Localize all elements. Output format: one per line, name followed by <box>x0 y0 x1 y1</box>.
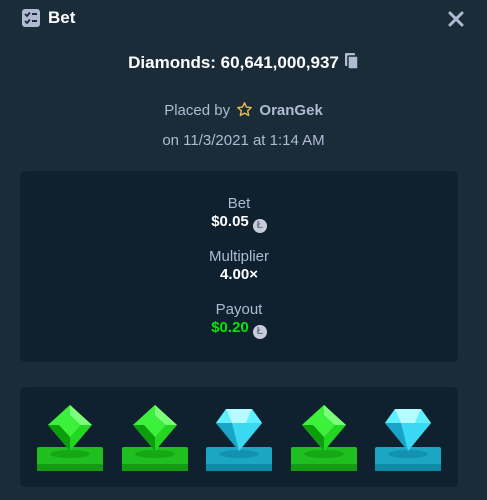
tile-base-shadow <box>206 464 272 471</box>
diamond-tile[interactable] <box>204 401 274 473</box>
diamond-icon <box>385 409 431 451</box>
gem-shadow <box>388 450 428 458</box>
emerald-tile[interactable] <box>35 401 105 473</box>
username-link[interactable]: OranGek <box>259 102 322 119</box>
multiplier-stat: Multiplier 4.00× <box>20 248 458 284</box>
litecoin-icon: Ł <box>252 325 267 339</box>
emerald-tile[interactable] <box>120 401 190 473</box>
emerald-icon <box>133 405 177 451</box>
gem-shadow <box>135 450 175 458</box>
payout-label: Payout <box>215 301 263 318</box>
star-icon <box>237 102 253 117</box>
tile-base-shadow <box>375 464 441 471</box>
close-icon[interactable] <box>446 9 466 29</box>
bet-label: Bet <box>227 195 251 212</box>
bet-amount: $0.05 <box>211 213 249 230</box>
bet-stat: Bet $0.05 Ł <box>20 195 458 233</box>
tile-base-shadow <box>291 464 357 471</box>
gem-shadow <box>219 450 259 458</box>
tile-base-shadow <box>37 464 103 471</box>
game-id-line: Diamonds: 60,641,000,937 <box>0 53 487 73</box>
bet-stats-panel: Bet $0.05 Ł Multiplier 4.00× Payout $0.20… <box>20 171 458 362</box>
bet-value: $0.05 Ł <box>20 212 458 233</box>
multiplier-value: 4.00× <box>220 266 258 283</box>
placed-by-label: Placed by <box>164 102 231 119</box>
emerald-icon <box>48 405 92 451</box>
gem-shadow <box>304 450 344 458</box>
placed-by-line: Placed by OranGek <box>0 101 487 119</box>
modal-header: Bet <box>0 0 487 38</box>
emerald-tile[interactable] <box>289 401 359 473</box>
multiplier-label: Multiplier <box>208 248 269 265</box>
bet-slip-icon <box>22 9 40 27</box>
payout-amount: $0.20 <box>211 319 249 336</box>
modal-title: Bet <box>48 8 76 27</box>
payout-value: $0.20 Ł <box>20 318 458 339</box>
gem-shadow <box>50 450 90 458</box>
game-id-text: Diamonds: 60,641,000,937 <box>128 53 339 72</box>
diamond-icon <box>216 409 262 451</box>
payout-stat: Payout $0.20 Ł <box>20 301 458 339</box>
litecoin-icon: Ł <box>252 219 267 233</box>
diamond-tile[interactable] <box>373 401 443 473</box>
gems-board <box>20 387 458 487</box>
bet-date: on 11/3/2021 at 1:14 AM <box>162 132 325 149</box>
copy-icon[interactable] <box>344 53 359 70</box>
tile-base-shadow <box>122 464 188 471</box>
emerald-icon <box>302 405 346 451</box>
